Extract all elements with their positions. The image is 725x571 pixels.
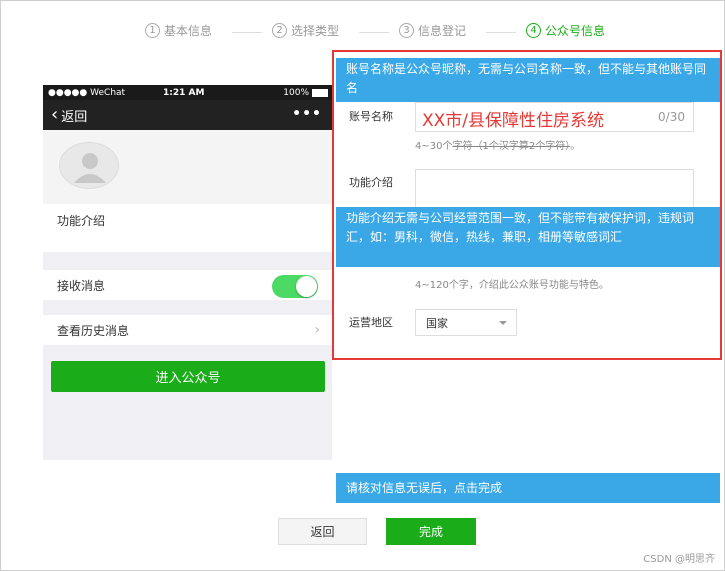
region-select[interactable]: 国家 — [415, 309, 517, 336]
intro-label: 功能介绍 — [349, 176, 393, 189]
step-divider — [232, 32, 262, 33]
battery-indicator: 100% — [283, 88, 328, 98]
account-name-value: XX市/县保障性住房系统 — [422, 111, 605, 131]
phone-row-history[interactable]: 查看历史消息 › — [43, 315, 332, 345]
back-chevron-icon[interactable]: ‹ — [51, 106, 58, 124]
char-counter: 0/30 — [658, 110, 685, 124]
tip-name: 账号名称是公众号昵称，无需与公司名称一致，但不能与其他账号同名 — [336, 58, 720, 102]
phone-nav-bar: ‹ 返回 ••• — [43, 100, 332, 130]
avatar-icon — [59, 142, 119, 189]
step-3: 3 信息登记 — [399, 22, 466, 39]
intro-textarea[interactable] — [415, 169, 694, 209]
back-button[interactable]: 返回 — [278, 518, 367, 545]
phone-row-receive[interactable]: 接收消息 — [43, 270, 332, 300]
status-bar: ●●●●● WeChat 1:21 AM 100% — [43, 85, 332, 100]
tip-confirm: 请核对信息无误后，点击完成 — [336, 473, 720, 503]
row-label: 查看历史消息 — [57, 323, 130, 338]
enter-account-button[interactable]: 进入公众号 — [51, 361, 325, 392]
step-label: 信息登记 — [418, 24, 467, 38]
region-label: 运营地区 — [349, 316, 393, 329]
step-number: 1 — [145, 23, 160, 38]
name-label: 账号名称 — [349, 110, 393, 123]
back-link[interactable]: 返回 — [61, 106, 87, 125]
chevron-right-icon: › — [314, 322, 320, 338]
step-4: 4 公众号信息 — [526, 22, 605, 39]
chevron-down-icon — [499, 321, 507, 325]
region-value: 国家 — [426, 316, 448, 330]
status-time: 1:21 AM — [163, 87, 205, 98]
battery-percent: 100% — [283, 87, 309, 98]
step-label: 基本信息 — [164, 24, 213, 38]
name-hint-part: 4~30个 — [415, 141, 453, 152]
receive-toggle[interactable] — [272, 275, 318, 298]
phone-preview: ●●●●● WeChat 1:21 AM 100% ‹ 返回 ••• 功能介绍 … — [43, 85, 332, 460]
carrier-text: ●●●●● WeChat — [48, 87, 126, 98]
step-number: 2 — [272, 23, 287, 38]
intro-hint: 4~120个字，介绍此公众账号功能与特色。 — [415, 280, 609, 291]
step-number: 4 — [526, 23, 541, 38]
watermark: CSDN @明思齐 — [643, 554, 715, 565]
step-divider — [359, 32, 389, 33]
step-divider — [486, 32, 516, 33]
name-hint-struck: 字符（1个汉字算2个字符） — [452, 141, 571, 152]
battery-icon — [312, 88, 328, 97]
done-button[interactable]: 完成 — [386, 518, 476, 545]
step-number: 3 — [399, 23, 414, 38]
account-name-input[interactable]: XX市/县保障性住房系统 0/30 — [415, 102, 694, 132]
step-2: 2 选择类型 — [272, 22, 339, 39]
row-label: 功能介绍 — [57, 214, 106, 228]
tip-intro: 功能介绍无需与公司经营范围一致，但不能带有被保护词，违规词汇，如：男科，微信，热… — [336, 207, 720, 267]
profile-area — [43, 130, 332, 204]
name-hint-part: 。 — [570, 141, 581, 152]
phone-row-intro: 功能介绍 — [43, 204, 332, 252]
step-label: 选择类型 — [291, 24, 340, 38]
name-hint: 4~30个字符（1个汉字算2个字符）。 — [415, 137, 580, 152]
step-indicator: 1 基本信息 2 选择类型 3 信息登记 4 公众号信息 — [145, 22, 625, 42]
step-label: 公众号信息 — [545, 24, 606, 38]
toggle-knob — [296, 276, 317, 297]
row-label: 接收消息 — [57, 278, 106, 293]
step-1: 1 基本信息 — [145, 22, 212, 39]
more-icon[interactable]: ••• — [292, 106, 322, 122]
